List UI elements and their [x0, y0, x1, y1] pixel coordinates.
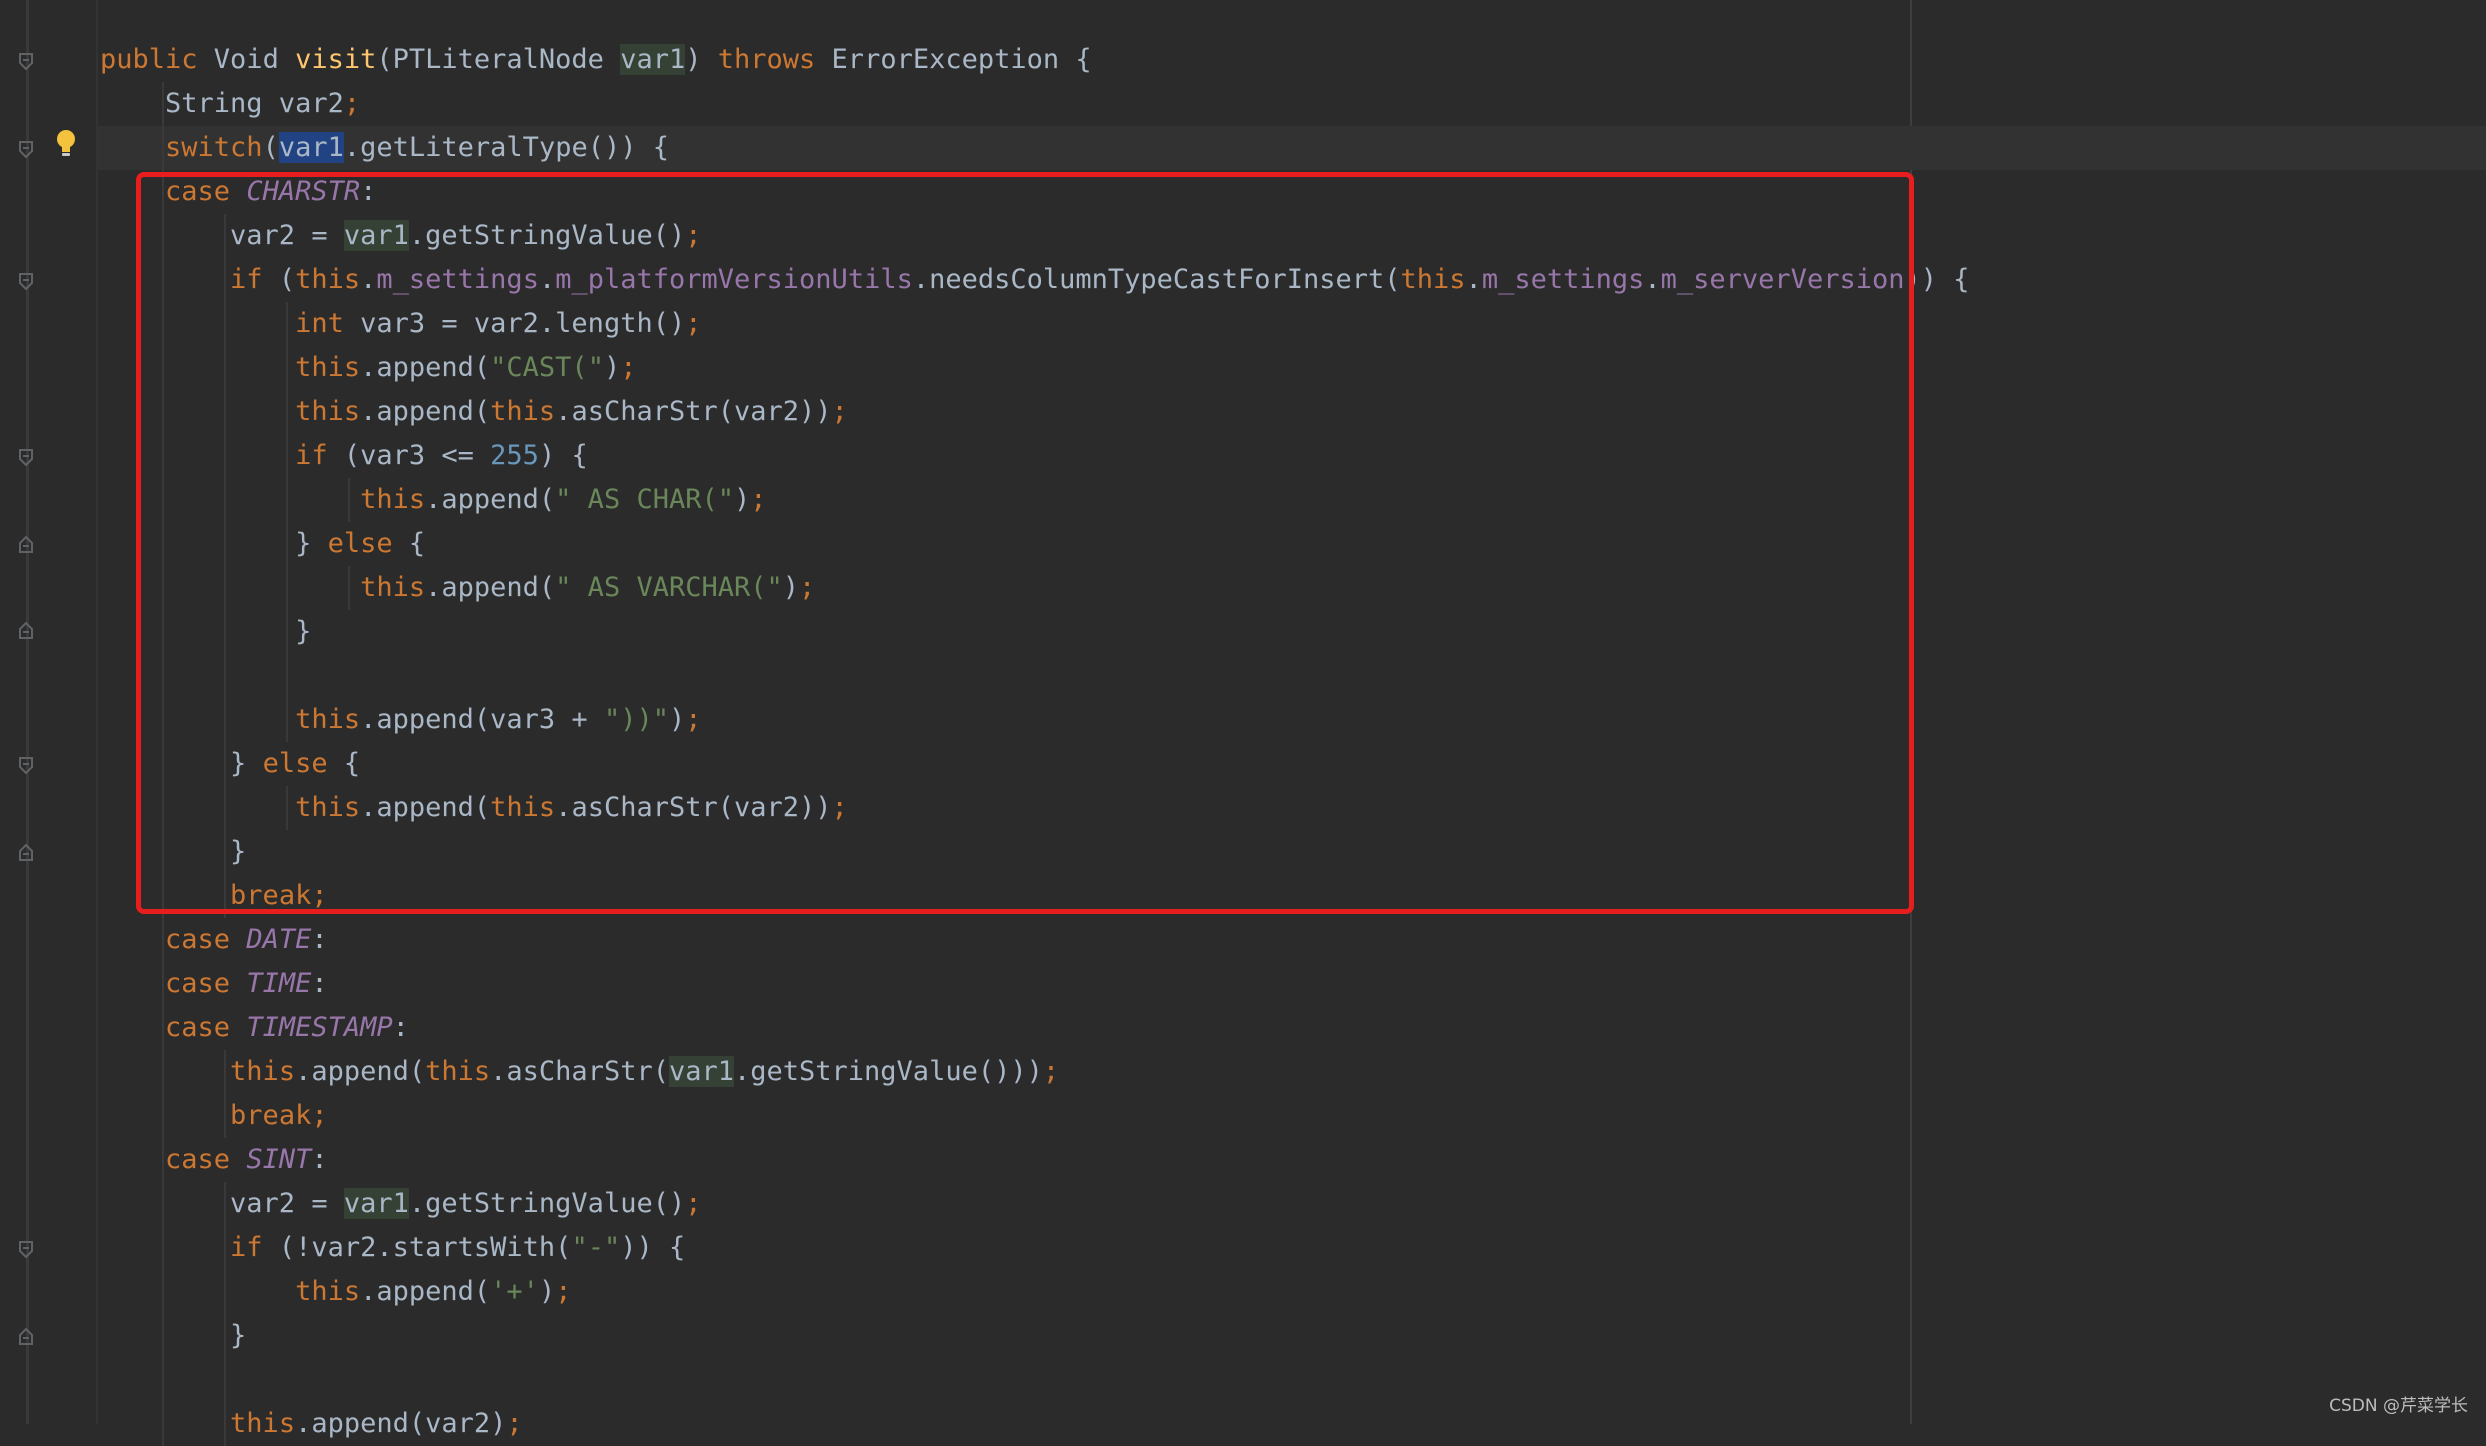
code-line[interactable]: } [100, 1314, 246, 1358]
code-token: if [230, 1232, 279, 1263]
code-token: case [165, 1012, 247, 1043]
code-token: ; [1042, 1056, 1060, 1087]
code-token: .getStringValue() [408, 1188, 686, 1219]
code-token: var1 [278, 132, 344, 163]
code-token: case [165, 1144, 247, 1175]
code-token: ( [262, 132, 279, 163]
code-token: TIMESTAMP [246, 1012, 393, 1043]
code-token: (!var2.startsWith( [278, 1232, 572, 1263]
code-line[interactable]: if (!var2.startsWith("-")) { [100, 1226, 685, 1270]
code-token: ; [555, 1276, 572, 1307]
editor-gutter [0, 0, 96, 1424]
code-token: this [230, 1056, 296, 1087]
code-token: public [100, 44, 214, 75]
code-token: )) { [1904, 264, 1970, 295]
code-line[interactable]: this.append(this.asCharStr(var1.getStrin… [100, 1050, 1059, 1094]
code-token: .asCharStr( [490, 1056, 669, 1087]
code-token: Void [213, 44, 296, 75]
code-line[interactable]: this.append('+'); [100, 1270, 571, 1314]
code-token: '+' [490, 1276, 539, 1307]
fold-open-icon[interactable] [18, 756, 34, 776]
code-token: TIME [246, 968, 312, 999]
code-token: .append( [295, 1056, 426, 1087]
code-token: : [311, 1144, 328, 1175]
code-line[interactable]: case TIMESTAMP: [100, 1006, 409, 1050]
annotation-highlight-box [136, 172, 1914, 914]
code-token: )) { [620, 1232, 686, 1263]
code-line[interactable]: case TIME: [100, 962, 328, 1006]
code-token: .getLiteralType()) { [343, 132, 669, 163]
code-token: ; [685, 1188, 702, 1219]
fold-open-icon[interactable] [18, 272, 34, 292]
code-token: var2 = [100, 1188, 344, 1219]
code-line[interactable]: public Void visit(PTLiteralNode var1) th… [100, 38, 1092, 82]
code-token: SINT [246, 1144, 312, 1175]
code-token: : [311, 968, 328, 999]
code-token: .getStringValue())) [734, 1056, 1043, 1087]
code-token: this [295, 1276, 361, 1307]
code-token: visit [295, 44, 377, 75]
code-line[interactable]: String var2; [100, 82, 360, 126]
code-token: ) [685, 44, 718, 75]
fold-close-icon[interactable] [18, 620, 34, 640]
code-token: : [311, 924, 328, 955]
code-token: ErrorException { [815, 44, 1092, 75]
code-line[interactable]: case SINT: [100, 1138, 328, 1182]
code-token: throws [717, 44, 816, 75]
lightbulb-icon[interactable] [54, 128, 78, 160]
fold-close-icon[interactable] [18, 534, 34, 554]
code-line[interactable]: case DATE: [100, 918, 328, 962]
code-token: "-" [571, 1232, 621, 1263]
code-token: ) [538, 1276, 556, 1307]
code-token: : [392, 1012, 409, 1043]
code-token: switch [165, 132, 263, 163]
code-token: var1 [343, 1188, 409, 1219]
code-token: } [100, 1320, 247, 1351]
code-token: var1 [668, 1056, 734, 1087]
fold-close-icon[interactable] [18, 842, 34, 862]
code-line[interactable]: switch(var1.getLiteralType()) { [100, 126, 669, 170]
code-editor[interactable]: public Void visit(PTLiteralNode var1) th… [0, 0, 2486, 1446]
code-token: this [425, 1056, 491, 1087]
code-token: DATE [246, 924, 312, 955]
fold-open-icon[interactable] [18, 448, 34, 468]
code-token: break; [230, 1100, 328, 1131]
code-line[interactable]: var2 = var1.getStringValue(); [100, 1182, 701, 1226]
code-line[interactable]: break; [100, 1094, 328, 1138]
code-line[interactable]: this.append(var2); [100, 1402, 523, 1446]
fold-close-icon[interactable] [18, 1326, 34, 1346]
code-token: String var2 [100, 88, 344, 119]
code-token: var1 [620, 44, 686, 75]
fold-open-icon[interactable] [18, 140, 34, 160]
watermark: CSDN @芹菜学长 [2329, 1396, 2468, 1416]
gutter-divider [26, 0, 29, 1424]
code-token: ; [343, 88, 361, 119]
code-token: case [165, 924, 247, 955]
code-token: case [165, 968, 247, 999]
fold-open-icon[interactable] [18, 1240, 34, 1260]
code-token: (PTLiteralNode [376, 44, 621, 75]
fold-open-icon[interactable] [18, 52, 34, 72]
gutter-separator [96, 0, 98, 1424]
code-token: .append( [360, 1276, 491, 1307]
